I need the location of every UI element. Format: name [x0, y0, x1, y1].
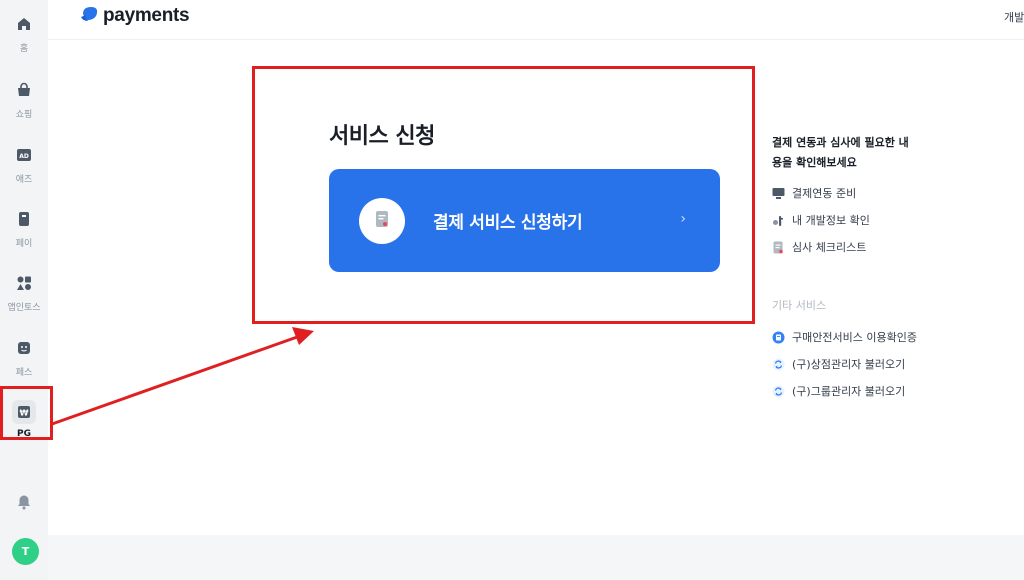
home-icon — [12, 12, 36, 36]
chevron-right-icon: › — [680, 211, 686, 227]
sync-icon — [772, 358, 785, 371]
svg-text:₩: ₩ — [20, 409, 29, 418]
link-label: 구매안전서비스 이용확인증 — [792, 331, 917, 344]
link-label: (구)상점관리자 불러오기 — [792, 358, 906, 371]
won-icon: ₩ — [12, 400, 36, 424]
link-label: (구)그룹관리자 불러오기 — [792, 385, 906, 398]
other-services-title: 기타 서비스 — [772, 299, 827, 312]
certificate-icon — [772, 331, 785, 344]
apps-icon — [12, 271, 36, 295]
sidebar-item-label: 홈 — [19, 44, 29, 54]
sidebar-item-apps-in-toss[interactable]: 앱인토스 — [0, 263, 48, 319]
sidebar-item-face[interactable]: 페스 — [0, 328, 48, 384]
monitor-icon — [772, 187, 785, 200]
sidebar-item-pay[interactable]: 페이 — [0, 199, 48, 255]
link-payment-integration-prep[interactable]: 결제연동 준비 — [772, 185, 856, 201]
link-legacy-store-admin[interactable]: (구)상점관리자 불러오기 — [772, 356, 905, 372]
pay-icon — [12, 207, 36, 231]
key-icon — [772, 214, 785, 227]
shopping-bag-icon — [12, 78, 36, 102]
sidebar-item-label: PG — [17, 429, 31, 439]
sidebar-item-label: 페이 — [15, 239, 33, 249]
guide-title: 결제 연동과 심사에 필요한 내용을 확인해보세요 — [772, 136, 909, 169]
link-label: 심사 체크리스트 — [792, 241, 867, 254]
link-purchase-safety-certificate[interactable]: 구매안전서비스 이용확인증 — [772, 329, 917, 345]
logo-icon — [80, 5, 100, 27]
sidebar-item-label: 페스 — [15, 368, 33, 378]
header-developer-link[interactable]: 개발 — [1004, 9, 1024, 25]
link-legacy-group-admin[interactable]: (구)그룹관리자 불러오기 — [772, 383, 905, 399]
sidebar-item-home[interactable]: 홈 — [0, 4, 48, 60]
annotation-arrow — [51, 327, 314, 426]
sidebar-item-label: 앱인토스 — [7, 303, 41, 313]
apply-payment-service-button[interactable]: 결제 서비스 신청하기 › — [329, 169, 720, 272]
doc-icon-circle — [359, 197, 405, 244]
top-header: payments 개발 — [48, 0, 1024, 40]
footer-area — [48, 535, 1024, 580]
sidebar-item-pg[interactable]: ₩ PG — [0, 392, 48, 448]
checklist-icon — [772, 241, 785, 254]
sidebar: 홈 쇼핑 AD 애즈 페이 앱인토스 페스 ₩ PG T — [0, 0, 48, 580]
page-title: 서비스 신청 — [329, 124, 435, 149]
link-my-dev-info[interactable]: 내 개발정보 확인 — [772, 212, 870, 228]
logo[interactable]: payments — [80, 5, 190, 27]
sidebar-item-ads[interactable]: AD 애즈 — [0, 135, 48, 191]
sync-icon — [772, 385, 785, 398]
ad-icon: AD — [12, 143, 36, 167]
document-icon — [374, 210, 390, 232]
logo-text: payments — [103, 5, 190, 26]
face-icon — [12, 336, 36, 360]
link-review-checklist[interactable]: 심사 체크리스트 — [772, 239, 866, 255]
apply-button-label: 결제 서비스 신청하기 — [433, 213, 583, 233]
bell-icon[interactable] — [12, 490, 36, 514]
sidebar-item-label: 쇼핑 — [15, 110, 33, 120]
avatar[interactable]: T — [12, 538, 39, 565]
link-label: 결제연동 준비 — [792, 187, 857, 200]
link-label: 내 개발정보 확인 — [792, 214, 870, 227]
sidebar-item-shopping[interactable]: 쇼핑 — [0, 70, 48, 126]
svg-text:AD: AD — [19, 153, 29, 160]
sidebar-item-label: 애즈 — [15, 175, 33, 185]
